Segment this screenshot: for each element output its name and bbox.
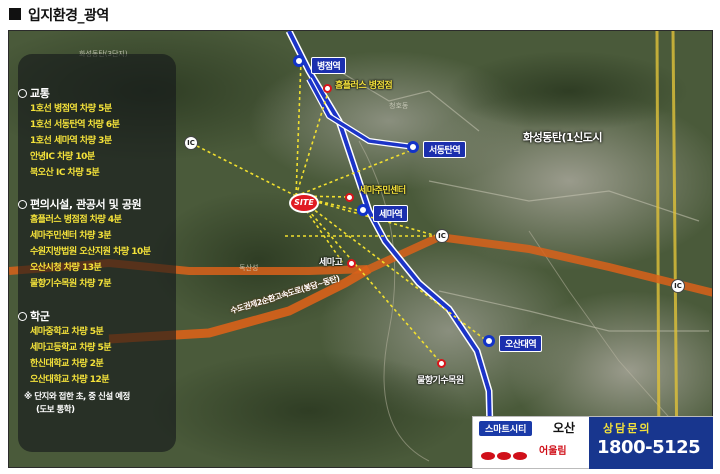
contact-cta-box[interactable]: 상담문의 1800-5125 (589, 417, 713, 469)
poi-label-arboretum[interactable]: 물향기수목원 (417, 373, 464, 386)
poi-marker-homeplus[interactable] (323, 84, 332, 93)
list-item: 세마주민센터 차량 3분 (30, 231, 112, 241)
list-item: 오산시청 차량 13분 (30, 263, 102, 273)
list-item: 홈플러스 병점점 차량 4분 (30, 215, 122, 225)
brand-city: 오산 (553, 421, 576, 435)
station-label-byeongjeom[interactable]: 병점역 (311, 57, 347, 74)
site-badge: SITE (289, 193, 319, 213)
region-label-dongtan: 화성동탄(1신도시 (523, 131, 603, 144)
poi-marker-sema-center[interactable] (345, 193, 354, 202)
list-item: 수원지방법원 오산지원 차량 10분 (30, 247, 151, 257)
contact-phone[interactable]: 1800-5125 (597, 437, 701, 458)
list-item: 오산대학교 차량 12분 (30, 375, 110, 385)
station-marker-sema[interactable] (357, 204, 369, 216)
station-marker-byeongjeom[interactable] (293, 55, 305, 67)
poi-label-homeplus[interactable]: 홈플러스 병점점 (335, 78, 393, 91)
circle-bullet-icon (18, 89, 27, 98)
poi-marker-arboretum[interactable] (437, 359, 446, 368)
brand-logo-icon (481, 445, 529, 464)
list-item: 세마고등학교 차량 5분 (30, 343, 112, 353)
contact-cta-label: 상담문의 (603, 422, 652, 435)
header-square-icon (9, 8, 21, 20)
page-header: 입지환경_광역 (0, 0, 720, 28)
station-marker-osan-univ[interactable] (483, 335, 495, 347)
list-item: 북오산 IC 차량 5분 (30, 168, 100, 178)
list-item: 안녕IC 차량 10분 (30, 152, 95, 162)
poi-marker-sema-high[interactable] (347, 259, 356, 268)
section-title-transport: 교통 (18, 85, 50, 101)
list-item: 물향기수목원 차량 7분 (30, 279, 112, 289)
circle-bullet-icon (18, 312, 27, 321)
school-note: ※ 단지와 접한 초, 중 신설 예정 (24, 392, 130, 402)
section-title-schools: 학군 (18, 308, 50, 324)
station-label-sema[interactable]: 세마역 (373, 205, 409, 222)
station-label-osan-univ[interactable]: 오산대역 (499, 335, 543, 352)
poi-label-sema-high[interactable]: 세마고 (319, 255, 343, 268)
section-title-facilities: 편의시설, 관공서 및 공원 (18, 196, 142, 212)
list-item: 1호선 세마역 차량 3분 (30, 136, 112, 146)
station-label-seodongtan[interactable]: 서동탄역 (423, 141, 467, 158)
page-title: 입지환경_광역 (28, 8, 109, 24)
brand-name: 어울림 (539, 446, 567, 457)
list-item: 한신대학교 차량 2분 (30, 359, 104, 369)
ic-marker-buk-osan[interactable]: IC (435, 229, 449, 243)
contact-banner[interactable]: 스마트시티 오산 어울림 상담문의 1800-5125 (472, 416, 713, 469)
ic-marker-annyeong[interactable]: IC (184, 136, 198, 150)
map-faint-label: 독산성 (239, 264, 259, 272)
list-item: 세마중학교 차량 5분 (30, 327, 104, 337)
school-note-sub: (도보 통학) (36, 405, 75, 415)
circle-bullet-icon (18, 200, 27, 209)
ic-marker-east[interactable]: IC (671, 279, 685, 293)
list-item: 1호선 서동탄역 차량 6분 (30, 120, 120, 130)
site-marker[interactable]: SITE (289, 193, 319, 223)
brand-tag: 스마트시티 (479, 421, 533, 436)
station-marker-seodongtan[interactable] (407, 141, 419, 153)
poi-label-sema-center[interactable]: 세마주민센터 (359, 183, 406, 196)
map-faint-label: 청호동 (389, 102, 409, 110)
list-item: 1호선 병점역 차량 5분 (30, 104, 112, 114)
